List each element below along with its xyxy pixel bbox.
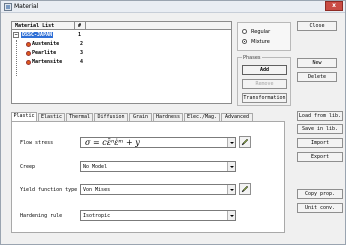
chevron-down-icon[interactable]	[227, 185, 235, 194]
delete-button[interactable]: Delete	[297, 72, 337, 82]
tab-hardness[interactable]: Hardness	[153, 113, 183, 121]
remove-phase-button[interactable]: Remove	[242, 79, 287, 89]
column-header-number[interactable]: #	[78, 23, 81, 29]
column-header-material[interactable]: Material List	[15, 23, 54, 29]
edit-flow-stress-button[interactable]	[239, 136, 251, 148]
tree-item-number: 2	[80, 41, 84, 47]
material-type-group: Regular Mixture	[237, 22, 291, 51]
phases-title: Phases	[242, 55, 262, 61]
title-bar: Material x	[1, 1, 345, 13]
creep-select[interactable]: No Model	[80, 161, 236, 172]
tree-item-pearlite[interactable]: Pearlite 3	[22, 50, 92, 58]
unit-conversion-button[interactable]: Unit conv.	[297, 203, 343, 213]
tree-connector	[16, 40, 17, 76]
phase-icon	[26, 60, 31, 65]
plastic-tab-panel: Flow stress σ = cε̄ⁿε̇ᵐ + y Creep No Mod…	[11, 121, 285, 233]
new-button[interactable]: New	[297, 58, 337, 68]
tree-item-label: DSSC-JAPAN	[21, 32, 54, 38]
chevron-down-icon[interactable]	[227, 138, 235, 147]
flow-stress-formula: σ = cε̄ⁿε̇ᵐ + y	[85, 138, 140, 147]
tab-thermal[interactable]: Thermal	[66, 113, 93, 121]
pencil-icon	[241, 185, 249, 193]
tab-advanced[interactable]: Advanced	[221, 113, 253, 121]
radio-mixture[interactable]: Mixture	[242, 38, 292, 46]
import-button[interactable]: Import	[297, 138, 343, 148]
property-tabs: Plastic Elastic Thermal Diffusion Grain …	[11, 112, 273, 122]
collapse-icon[interactable]: −	[13, 32, 19, 38]
copy-properties-button[interactable]: Copy prop.	[297, 189, 343, 199]
phase-icon	[26, 51, 31, 56]
close-button[interactable]: Close	[297, 21, 337, 31]
tab-elec-mag[interactable]: Elec./Mag.	[184, 113, 220, 121]
yield-function-label: Yield function type	[20, 187, 78, 193]
tab-diffusion[interactable]: Diffusion	[94, 113, 128, 121]
hardening-rule-value: Isotropic	[83, 213, 111, 219]
window-title: Material	[14, 3, 39, 10]
radio-button[interactable]	[242, 39, 247, 44]
creep-value: No Model	[83, 164, 108, 170]
tree-item-number: 4	[80, 59, 84, 65]
pencil-icon	[241, 138, 249, 146]
creep-label: Creep	[20, 164, 36, 170]
radio-label: Regular	[251, 29, 271, 35]
radio-button[interactable]	[242, 29, 247, 34]
flow-stress-select[interactable]: σ = cε̄ⁿε̇ᵐ + y	[80, 137, 236, 148]
chevron-down-icon[interactable]	[227, 211, 235, 220]
material-list[interactable]: Material List # − DSSC-JAPAN 1 Austenite…	[11, 21, 232, 104]
tree-item-label: Martensite	[32, 59, 63, 65]
add-phase-button[interactable]: Add	[242, 65, 287, 75]
material-window: Material x Material List # − DSSC-JAPAN …	[0, 0, 346, 245]
phases-group: Phases Add Remove Transformation	[237, 55, 291, 106]
tree-item-number: 1	[78, 32, 82, 38]
edit-yield-function-button[interactable]	[239, 183, 251, 195]
yield-function-value: Von Mises	[83, 187, 111, 193]
hardening-rule-label: Hardening rule	[20, 213, 63, 219]
column-divider	[85, 22, 86, 30]
hardening-rule-select[interactable]: Isotropic	[80, 210, 236, 221]
tree-item-martensite[interactable]: Martensite 4	[22, 59, 92, 67]
chevron-down-icon[interactable]	[227, 162, 235, 171]
phase-icon	[26, 42, 31, 47]
export-button[interactable]: Export	[297, 152, 343, 162]
load-from-library-button[interactable]: Load from lib.	[297, 111, 343, 121]
tree-item-number: 3	[80, 50, 84, 56]
app-icon	[4, 3, 12, 11]
flow-stress-label: Flow stress	[20, 140, 54, 146]
radio-label: Mixture	[251, 39, 270, 45]
material-list-header: Material List #	[12, 22, 231, 30]
window-close-button[interactable]: x	[325, 1, 343, 11]
transformation-button[interactable]: Transformation	[242, 93, 287, 103]
save-in-library-button[interactable]: Save in lib.	[297, 124, 343, 134]
radio-regular[interactable]: Regular	[242, 28, 292, 36]
tab-grain[interactable]: Grain	[129, 113, 152, 121]
tree-item-label: Austenite	[32, 41, 60, 47]
tab-elastic[interactable]: Elastic	[38, 113, 65, 121]
tree-item-austenite[interactable]: Austenite 2	[22, 41, 92, 49]
yield-function-select[interactable]: Von Mises	[80, 184, 236, 195]
column-divider	[74, 22, 75, 30]
tree-item-label: Pearlite	[32, 50, 57, 56]
tree-item-dssc-japan[interactable]: − DSSC-JAPAN 1	[13, 32, 93, 40]
